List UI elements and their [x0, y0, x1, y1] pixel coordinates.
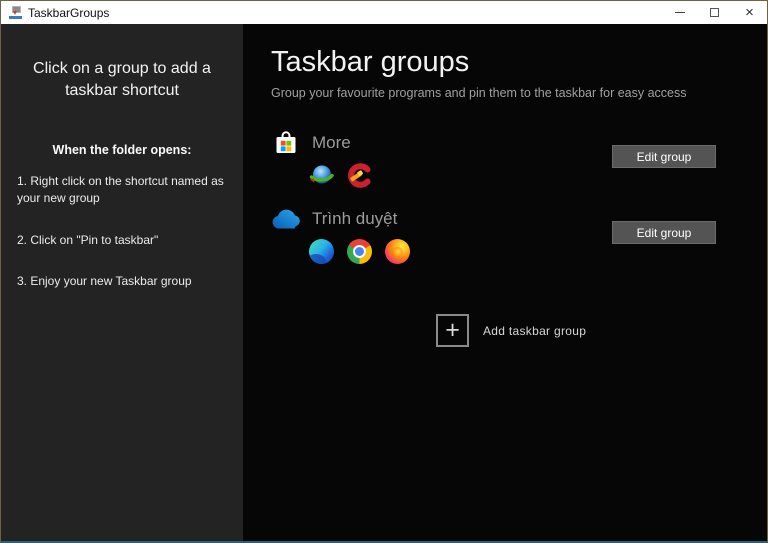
maximize-icon	[710, 8, 719, 17]
sidebar-heading: Click on a group to add a taskbar shortc…	[33, 60, 211, 100]
instruction-steps: 1. Right click on the shortcut named as …	[1, 173, 243, 291]
edit-group-button[interactable]: Edit group	[612, 221, 716, 244]
group-app-icons	[309, 163, 597, 188]
minimize-button[interactable]	[662, 1, 697, 24]
taskbargroups-app-icon	[9, 6, 22, 19]
microsoft-store-icon	[271, 130, 301, 156]
page-title: Taskbar groups	[271, 46, 470, 78]
add-taskbar-group-button[interactable]: + Add taskbar group	[436, 314, 767, 347]
plus-icon: +	[436, 314, 469, 347]
google-chrome-icon	[347, 239, 372, 264]
instruction-step-2: 2. Click on "Pin to taskbar"	[17, 232, 159, 247]
microsoft-edge-icon	[309, 239, 334, 264]
maximize-button[interactable]	[697, 1, 732, 24]
page-subtitle: Group your favourite programs and pin th…	[271, 86, 687, 100]
onedrive-icon	[271, 206, 301, 232]
folder-opens-note: When the folder opens:	[52, 142, 192, 157]
group-app-icons	[309, 239, 597, 264]
group-row-trinh-duyet[interactable]: Trình duyệt Edit group	[271, 206, 767, 264]
group-header: More	[271, 130, 597, 156]
firefox-icon	[385, 239, 410, 264]
group-name: More	[312, 133, 351, 152]
instruction-step-1: 1. Right click on the shortcut named as …	[17, 173, 224, 206]
close-icon: ×	[745, 4, 754, 21]
minimize-icon	[674, 12, 685, 13]
app-window: TaskbarGroups × Click on a group to add …	[0, 0, 768, 543]
sidebar: Click on a group to add a taskbar shortc…	[1, 24, 243, 541]
group-row-more[interactable]: More Edit group	[271, 130, 767, 188]
group-header: Trình duyệt	[271, 206, 597, 232]
group-list: More Edit group Trình duyệt Edit group	[271, 130, 767, 264]
window-controls: ×	[662, 1, 767, 24]
ccleaner-icon	[347, 163, 372, 188]
window-title: TaskbarGroups	[28, 5, 110, 20]
close-button[interactable]: ×	[732, 1, 767, 24]
edit-group-button[interactable]: Edit group	[612, 145, 716, 168]
instruction-step-3: 3. Enjoy your new Taskbar group	[17, 273, 192, 288]
internet-download-manager-icon	[309, 163, 334, 188]
group-name: Trình duyệt	[312, 209, 398, 228]
add-taskbar-group-label: Add taskbar group	[483, 323, 587, 338]
main-panel: Taskbar groups Group your favourite prog…	[243, 24, 767, 541]
titlebar[interactable]: TaskbarGroups ×	[1, 1, 767, 24]
